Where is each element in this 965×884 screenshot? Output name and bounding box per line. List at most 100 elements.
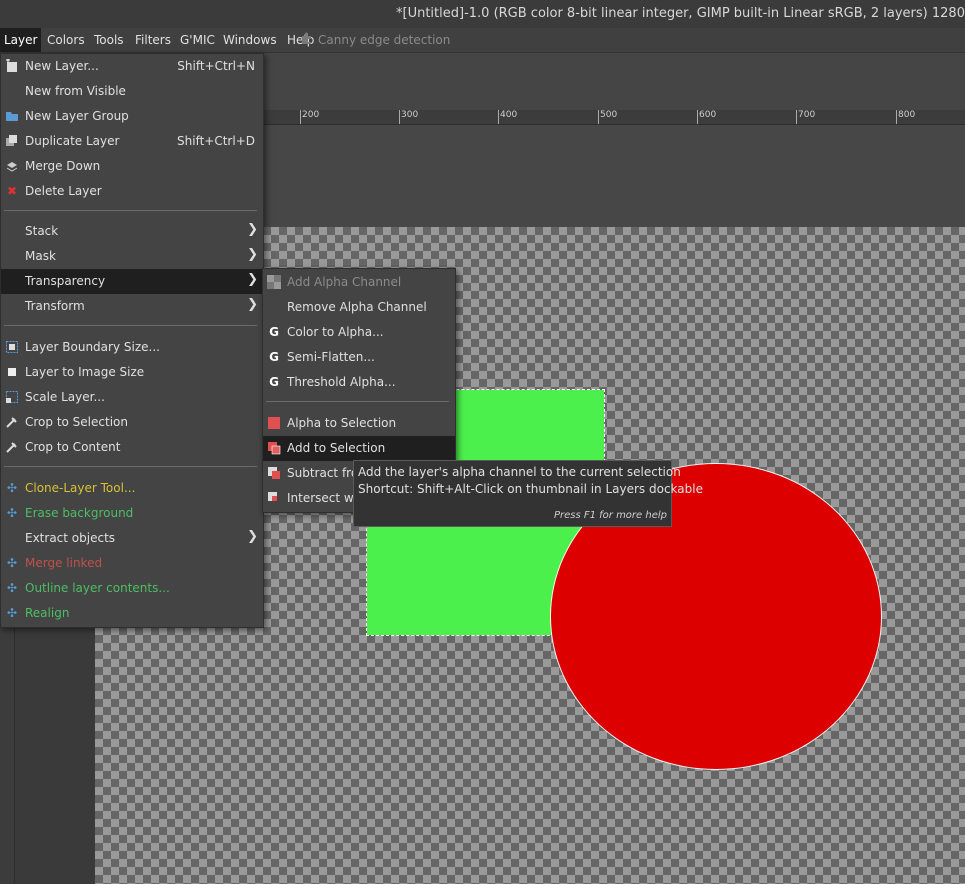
menu-item-new-layer[interactable]: New Layer... Shift+Ctrl+N bbox=[1, 54, 263, 79]
window-title: *[Untitled]-1.0 (RGB color 8-bit linear … bbox=[396, 6, 965, 21]
ruler-major-tick bbox=[399, 110, 400, 124]
menu-item-remove-alpha-channel[interactable]: Remove Alpha Channel bbox=[263, 295, 455, 320]
menubar: Layer Colors Tools Filters G'MIC Windows… bbox=[0, 28, 965, 53]
tooltip-description: Add the layer's alpha channel to the cur… bbox=[358, 465, 681, 479]
square-icon bbox=[5, 365, 19, 379]
menu-item-merge-linked[interactable]: ✣ Merge linked bbox=[1, 551, 263, 576]
menu-item-label: Mask bbox=[25, 249, 56, 263]
ruler-major-tick bbox=[498, 110, 499, 124]
menu-item-label: Crop to Content bbox=[25, 440, 121, 454]
menu-shortcut: Shift+Ctrl+D bbox=[177, 134, 255, 148]
ruler-major-tick bbox=[697, 110, 698, 124]
menu-gmic[interactable]: G'MIC bbox=[176, 28, 219, 52]
menu-item-crop-to-content[interactable]: Crop to Content bbox=[1, 435, 263, 460]
menu-separator bbox=[4, 210, 257, 211]
menu-item-threshold-alpha[interactable]: G Threshold Alpha... bbox=[263, 370, 455, 395]
menu-item-transparency[interactable]: Transparency ❯ bbox=[1, 269, 263, 294]
menu-filters[interactable]: Filters bbox=[131, 28, 175, 52]
menu-item-label: Transform bbox=[25, 299, 85, 313]
menu-item-label: Remove Alpha Channel bbox=[287, 300, 427, 314]
menu-item-label: Add to Selection bbox=[287, 441, 386, 455]
repeat-last-action[interactable]: Canny edge detection bbox=[300, 28, 450, 52]
delete-x-icon: ✖ bbox=[6, 184, 18, 198]
menu-shortcut: Shift+Ctrl+N bbox=[177, 59, 255, 73]
crop-icon bbox=[5, 440, 19, 454]
menu-item-label: Crop to Selection bbox=[25, 415, 128, 429]
menu-item-transform[interactable]: Transform ❯ bbox=[1, 294, 263, 319]
menu-item-label: Stack bbox=[25, 224, 59, 238]
ruler-label: 600 bbox=[699, 110, 717, 120]
boundary-icon bbox=[5, 340, 19, 354]
menu-separator bbox=[4, 466, 257, 467]
ruler-major-tick bbox=[300, 110, 301, 124]
menu-item-label: Scale Layer... bbox=[25, 390, 105, 404]
menu-item-label: Realign bbox=[25, 606, 70, 620]
ruler-label: 400 bbox=[500, 110, 518, 120]
selection-add-icon bbox=[267, 441, 281, 455]
ruler-label: 800 bbox=[898, 110, 916, 120]
menu-item-label: Merge linked bbox=[25, 556, 103, 570]
menu-item-label: Add Alpha Channel bbox=[287, 275, 402, 289]
gegl-g-icon: G bbox=[269, 375, 279, 389]
menu-windows[interactable]: Windows bbox=[219, 28, 281, 52]
menu-item-layer-to-image-size[interactable]: Layer to Image Size bbox=[1, 360, 263, 385]
menu-item-label: Duplicate Layer bbox=[25, 134, 120, 148]
menu-item-extract-objects[interactable]: Extract objects ❯ bbox=[1, 526, 263, 551]
menu-item-layer-boundary-size[interactable]: Layer Boundary Size... bbox=[1, 335, 263, 360]
menu-item-add-alpha-channel[interactable]: Add Alpha Channel bbox=[263, 270, 455, 295]
menu-separator bbox=[4, 325, 257, 326]
menu-item-alpha-to-selection[interactable]: Alpha to Selection bbox=[263, 411, 455, 436]
menu-item-scale-layer[interactable]: Scale Layer... bbox=[1, 385, 263, 410]
menu-item-label: Alpha to Selection bbox=[287, 416, 397, 430]
menu-colors[interactable]: Colors bbox=[43, 28, 89, 52]
ruler-major-tick bbox=[896, 110, 897, 124]
menu-item-mask[interactable]: Mask ❯ bbox=[1, 244, 263, 269]
menu-item-color-to-alpha[interactable]: G Color to Alpha... bbox=[263, 320, 455, 345]
ruler-major-tick bbox=[598, 110, 599, 124]
menu-item-realign[interactable]: ✣ Realign bbox=[1, 601, 263, 626]
tooltip-shortcut: Shortcut: Shift+Alt-Click on thumbnail i… bbox=[358, 482, 703, 496]
menu-item-erase-background[interactable]: ✣ Erase background bbox=[1, 501, 263, 526]
puzzle-icon: ✣ bbox=[6, 581, 18, 595]
layer-menu: New Layer... Shift+Ctrl+N New from Visib… bbox=[0, 53, 264, 628]
menu-item-add-to-selection[interactable]: Add to Selection bbox=[263, 436, 455, 461]
merge-down-icon bbox=[5, 159, 19, 173]
tooltip-help-hint: Press F1 for more help bbox=[553, 510, 667, 521]
menu-item-new-layer-group[interactable]: New Layer Group bbox=[1, 104, 263, 129]
scale-icon bbox=[5, 390, 19, 404]
selection-icon bbox=[267, 416, 281, 430]
submenu-arrow-icon: ❯ bbox=[247, 297, 258, 312]
menu-item-merge-down[interactable]: Merge Down bbox=[1, 154, 263, 179]
menu-item-label: Delete Layer bbox=[25, 184, 102, 198]
submenu-arrow-icon: ❯ bbox=[247, 272, 258, 287]
puzzle-icon: ✣ bbox=[6, 606, 18, 620]
menu-layer[interactable]: Layer bbox=[0, 28, 42, 52]
menu-item-outline-layer-contents[interactable]: ✣ Outline layer contents... bbox=[1, 576, 263, 601]
menu-item-semi-flatten[interactable]: G Semi-Flatten... bbox=[263, 345, 455, 370]
menu-tools[interactable]: Tools bbox=[90, 28, 128, 52]
menu-item-new-from-visible[interactable]: New from Visible bbox=[1, 79, 263, 104]
menu-item-label: Color to Alpha... bbox=[287, 325, 384, 339]
new-layer-icon bbox=[5, 58, 19, 73]
menu-item-stack[interactable]: Stack ❯ bbox=[1, 219, 263, 244]
puzzle-icon: ✣ bbox=[6, 481, 18, 495]
submenu-arrow-icon: ❯ bbox=[247, 247, 258, 262]
duplicate-icon bbox=[5, 134, 19, 148]
menu-item-delete-layer[interactable]: ✖ Delete Layer bbox=[1, 179, 263, 204]
ruler-label: 700 bbox=[798, 110, 816, 120]
ruler-label: 500 bbox=[600, 110, 618, 120]
menu-item-label: Layer Boundary Size... bbox=[25, 340, 160, 354]
menu-item-crop-to-selection[interactable]: Crop to Selection bbox=[1, 410, 263, 435]
puzzle-icon: ✣ bbox=[6, 506, 18, 520]
selection-subtract-icon bbox=[267, 466, 281, 480]
horizontal-ruler[interactable]: 200 300 400 500 600 700 800 bbox=[262, 110, 965, 125]
puzzle-icon bbox=[300, 29, 314, 53]
menu-item-label: Transparency bbox=[25, 274, 106, 288]
last-action-label: Canny edge detection bbox=[318, 33, 451, 47]
menu-item-clone-layer-tool[interactable]: ✣ Clone-Layer Tool... bbox=[1, 476, 263, 501]
menu-item-label: Merge Down bbox=[25, 159, 101, 173]
menu-item-duplicate-layer[interactable]: Duplicate Layer Shift+Ctrl+D bbox=[1, 129, 263, 154]
ruler-label: 200 bbox=[302, 110, 320, 120]
selection-intersect-icon bbox=[267, 491, 281, 505]
window-title-bar: *[Untitled]-1.0 (RGB color 8-bit linear … bbox=[0, 0, 965, 28]
